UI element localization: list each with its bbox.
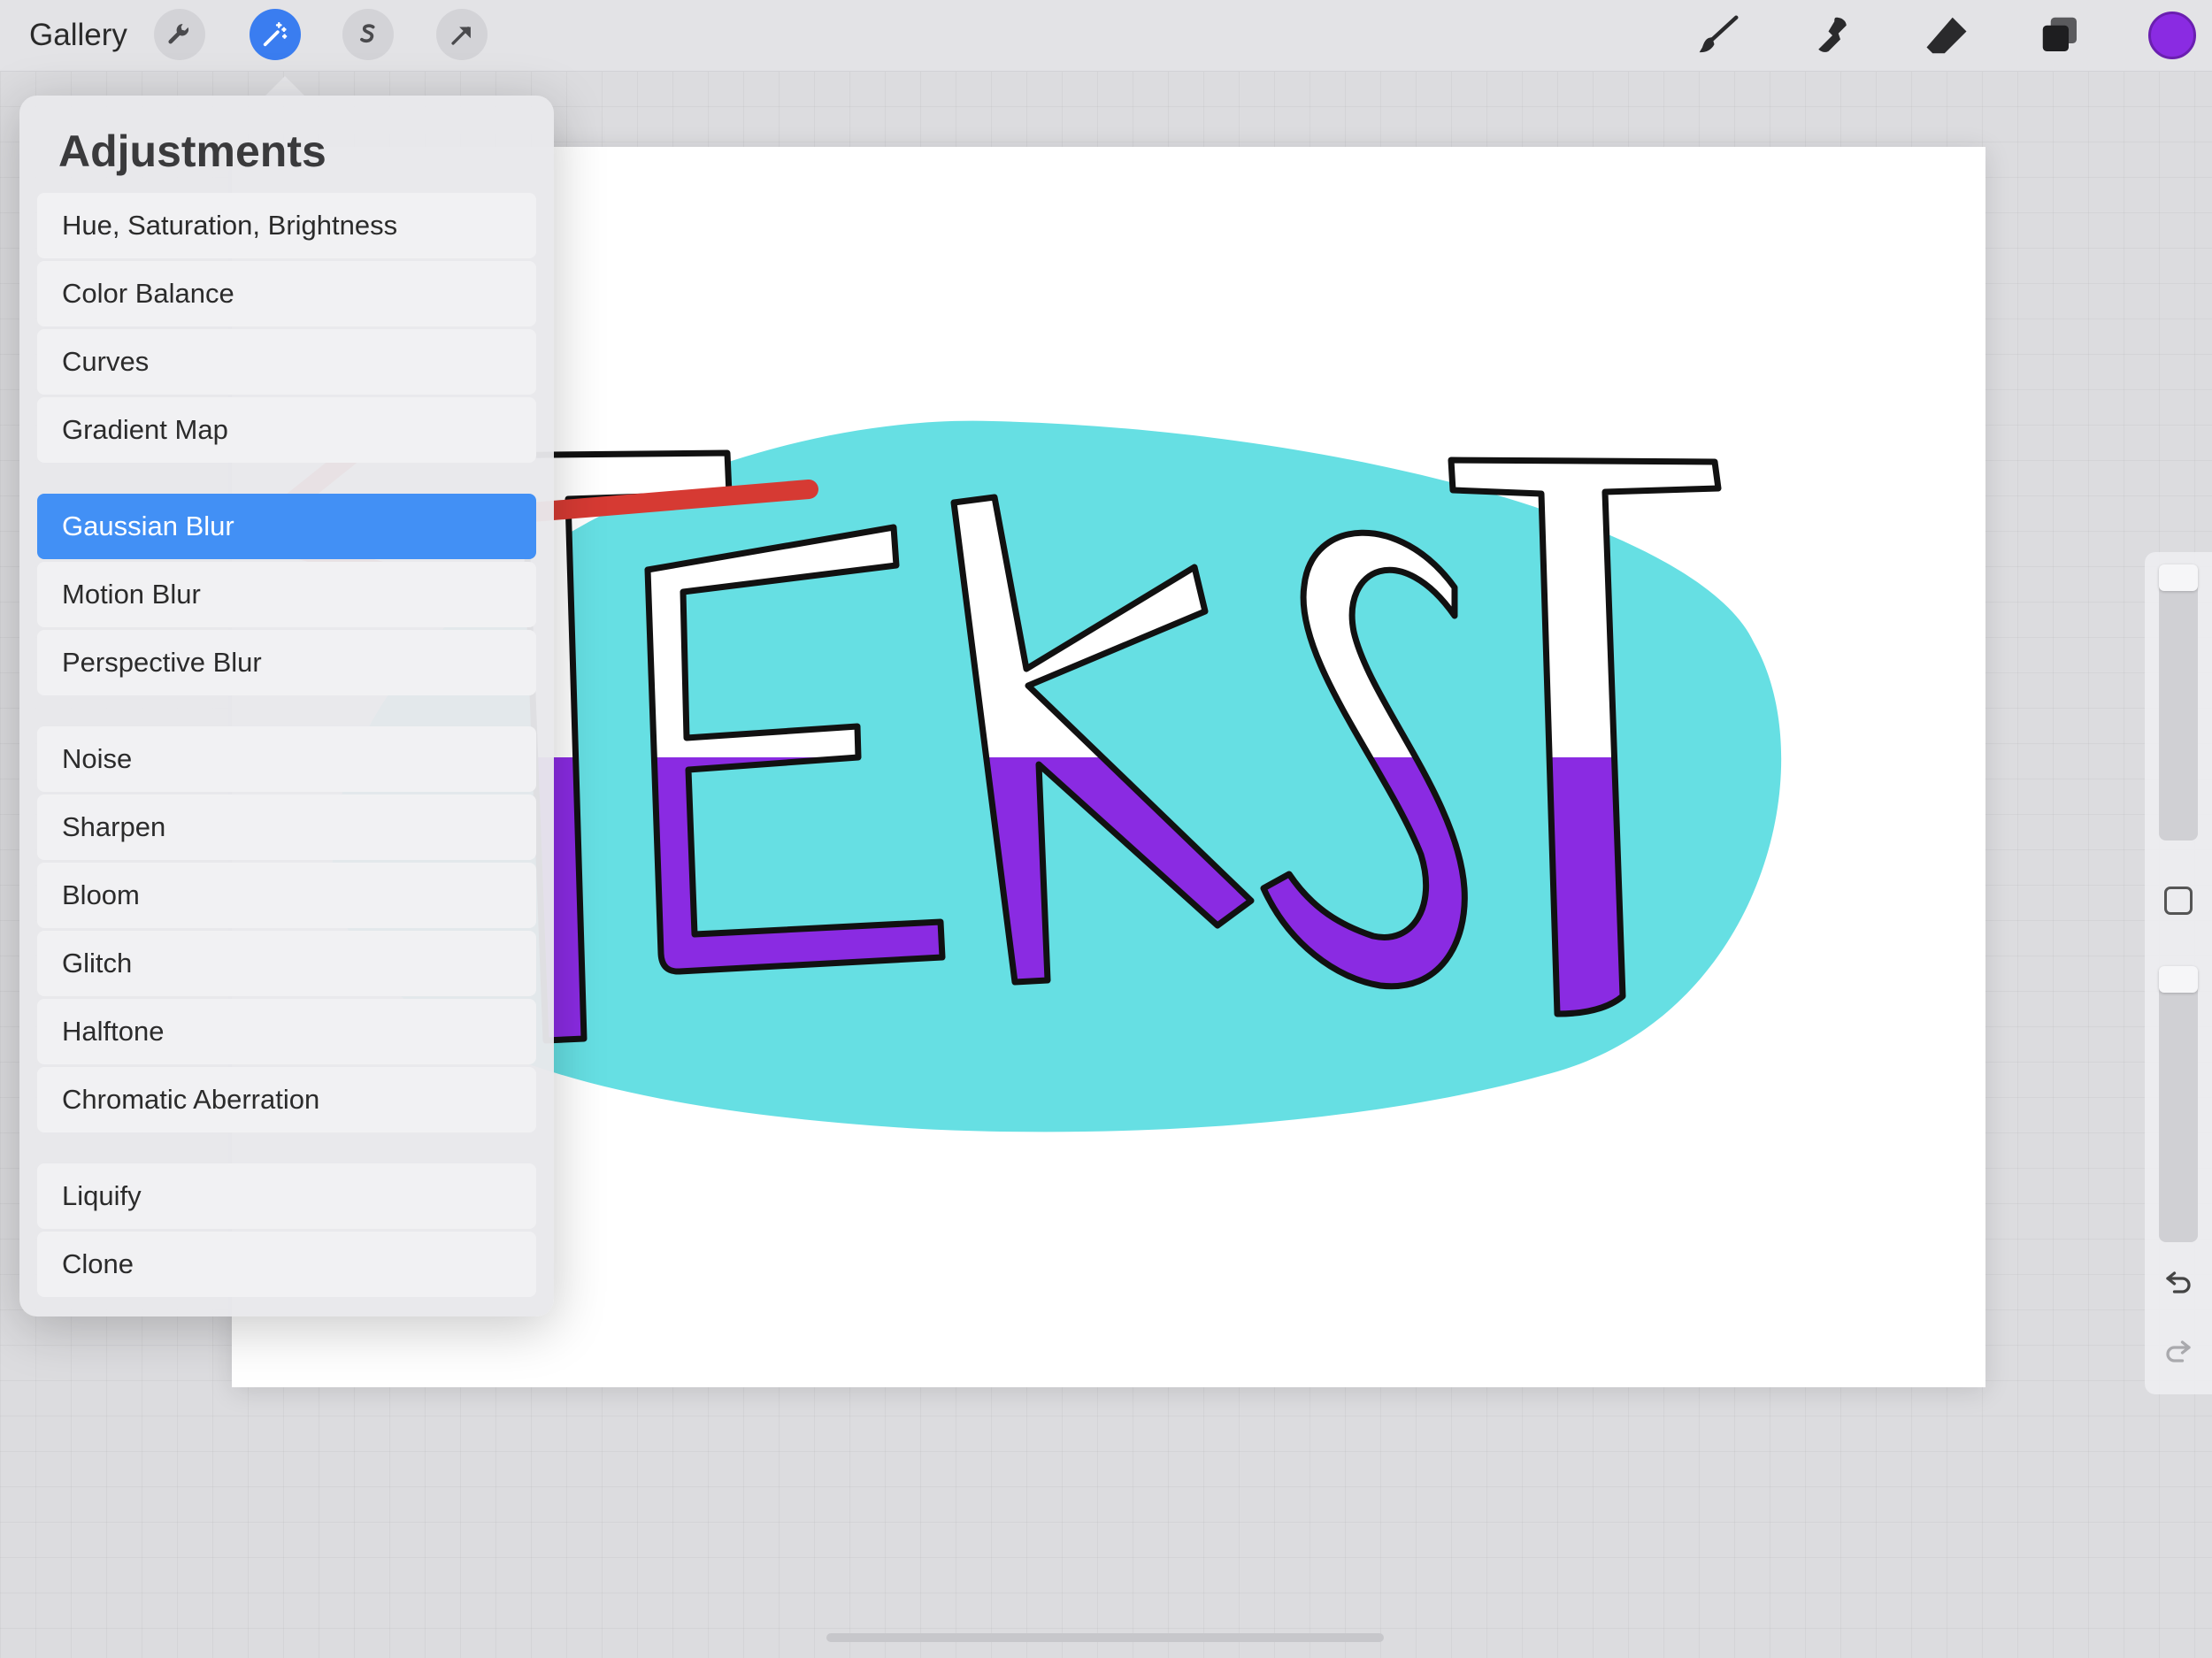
popover-pointer [264, 76, 306, 97]
menu-item-sharpen[interactable]: Sharpen [37, 794, 536, 860]
layers-icon[interactable] [2036, 11, 2085, 60]
menu-item-bloom[interactable]: Bloom [37, 863, 536, 928]
wrench-icon[interactable] [154, 9, 205, 60]
menu-item-motion-blur[interactable]: Motion Blur [37, 562, 536, 627]
selection-s-icon[interactable] [342, 9, 394, 60]
menu-item-halftone[interactable]: Halftone [37, 999, 536, 1064]
color-picker-swatch[interactable] [2148, 12, 2196, 59]
eraser-icon[interactable] [1922, 11, 1971, 60]
modify-button[interactable] [2164, 887, 2193, 915]
menu-item-liquify[interactable]: Liquify [37, 1163, 536, 1229]
popover-title: Adjustments [58, 127, 326, 176]
right-sidebar [2145, 552, 2212, 1394]
menu-item-color-balance[interactable]: Color Balance [37, 261, 536, 326]
home-indicator [826, 1633, 1384, 1642]
magic-wand-icon[interactable] [250, 9, 301, 60]
menu-item-glitch[interactable]: Glitch [37, 931, 536, 996]
opacity-slider[interactable] [2159, 966, 2198, 1242]
menu-item-perspective-blur[interactable]: Perspective Blur [37, 630, 536, 695]
redo-icon[interactable] [2162, 1334, 2194, 1366]
gallery-button[interactable]: Gallery [29, 16, 127, 55]
menu-item-hue-saturation-brightness[interactable]: Hue, Saturation, Brightness [37, 193, 536, 258]
brush-icon[interactable] [1694, 11, 1743, 60]
menu-item-noise[interactable]: Noise [37, 726, 536, 792]
transform-arrow-icon[interactable] [436, 9, 488, 60]
opacity-slider-thumb[interactable] [2159, 966, 2198, 993]
brush-size-slider-thumb[interactable] [2159, 564, 2198, 591]
smudge-icon[interactable] [1808, 11, 1857, 60]
top-toolbar: Gallery [0, 0, 2212, 72]
menu-item-gradient-map[interactable]: Gradient Map [37, 397, 536, 463]
adjustments-popover: Adjustments Hue, Saturation, Brightness … [19, 96, 554, 1316]
menu-item-clone[interactable]: Clone [37, 1232, 536, 1297]
brush-size-slider[interactable] [2159, 564, 2198, 841]
undo-icon[interactable] [2162, 1265, 2194, 1297]
menu-item-chromatic-aberration[interactable]: Chromatic Aberration [37, 1067, 536, 1132]
menu-item-gaussian-blur[interactable]: Gaussian Blur [37, 494, 536, 559]
menu-item-curves[interactable]: Curves [37, 329, 536, 395]
